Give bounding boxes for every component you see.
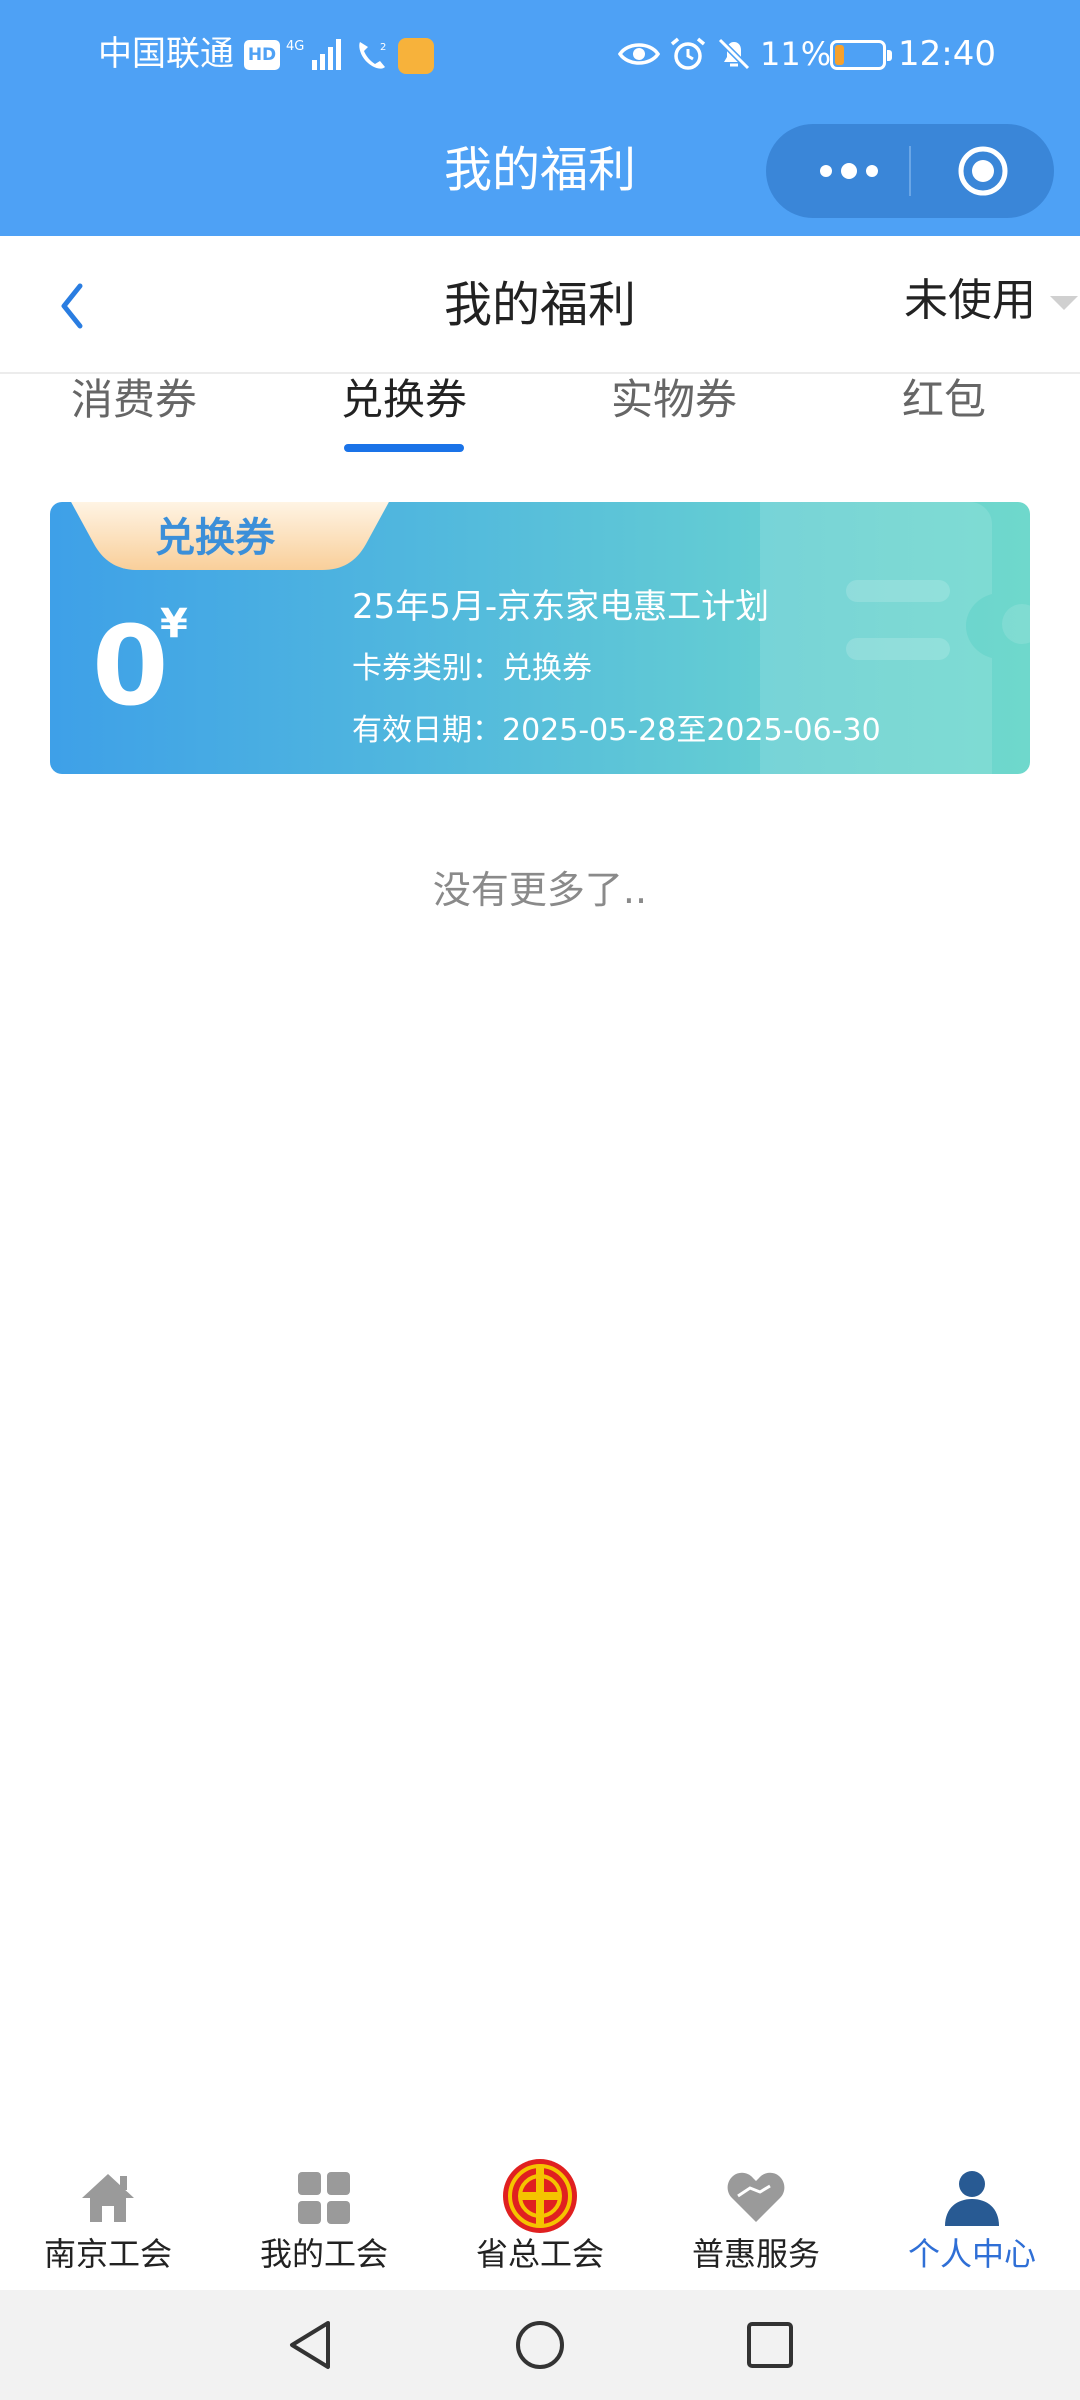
signal-icon: 4G <box>286 39 341 70</box>
svg-text:2: 2 <box>380 42 386 53</box>
eye-icon <box>618 43 660 65</box>
coupon-tabs: 消费券 兑换券 实物券 红包 <box>0 374 1080 474</box>
wifi-call-icon: 2 <box>359 42 386 69</box>
tab-physical-coupon[interactable]: 实物券 <box>584 374 764 474</box>
mini-program-capsule <box>766 124 1054 218</box>
alarm-icon <box>670 37 706 70</box>
hd-badge: HD <box>244 40 280 70</box>
tab-red-packet[interactable]: 红包 <box>854 374 1034 474</box>
notification-app-icon <box>398 38 434 74</box>
more-options-icon[interactable] <box>806 147 892 195</box>
status-filter-dropdown[interactable]: 未使用 <box>904 270 1036 332</box>
battery-icon <box>830 40 892 70</box>
nav-label: 个人中心 <box>907 2235 1036 2273</box>
home-icon <box>82 2174 134 2222</box>
status-bar: 中国联通 HD 4G 2 11% 12:40 <box>0 0 1080 108</box>
system-recents-icon[interactable] <box>742 2317 798 2373</box>
tab-consumption-coupon[interactable]: 消费券 <box>44 374 224 474</box>
list-end-text: 没有更多了.. <box>432 868 648 912</box>
bell-muted-icon <box>717 37 751 71</box>
nav-item-personal-center[interactable]: 个人中心 <box>864 2144 1080 2290</box>
nav-label: 我的工会 <box>259 2235 388 2273</box>
system-back-icon[interactable] <box>282 2317 338 2373</box>
svg-text:4G: 4G <box>286 39 304 54</box>
chevron-down-icon[interactable] <box>1050 296 1078 310</box>
close-mini-program-icon[interactable] <box>956 144 1010 198</box>
coupon-type: 卡券类别：兑换券 <box>352 651 592 686</box>
battery-percent: 11% <box>760 35 832 73</box>
page-header: 我的福利 未使用 <box>0 236 1080 374</box>
system-navigation-bar <box>0 2290 1080 2400</box>
nav-item-provincial-union[interactable]: 省总工会 <box>432 2144 648 2290</box>
tab-exchange-coupon[interactable]: 兑换券 <box>314 374 494 474</box>
nav-item-benefit-services[interactable]: 普惠服务 <box>648 2144 864 2290</box>
title-bar-background: 中国联通 HD 4G 2 11% 12:40 我的福利 <box>0 0 1080 236</box>
clock: 12:40 <box>898 34 996 74</box>
nav-label: 省总工会 <box>475 2235 604 2273</box>
coupon-tag: 兑换券 <box>155 515 275 561</box>
nav-label: 普惠服务 <box>691 2235 820 2273</box>
coupon-validity: 有效日期：2025-05-28至2025-06-30 <box>352 713 881 748</box>
currency-symbol: ¥ <box>160 601 188 647</box>
battery-level <box>835 45 844 65</box>
union-emblem-icon <box>503 2159 577 2233</box>
nav-item-my-union[interactable]: 我的工会 <box>216 2144 432 2290</box>
grid-icon <box>298 2172 350 2224</box>
coupon-title: 25年5月-京东家电惠工计划 <box>352 587 770 627</box>
coupon-amount: 0 <box>92 602 169 730</box>
person-icon <box>945 2171 999 2226</box>
carrier-name: 中国联通 <box>98 34 234 74</box>
nav-label: 南京工会 <box>43 2235 172 2273</box>
bottom-navigation: 南京工会 我的工会 省总工会 普惠服务 个人中心 <box>0 2144 1080 2290</box>
system-home-icon[interactable] <box>512 2317 568 2373</box>
nav-item-nanjing-union[interactable]: 南京工会 <box>0 2144 216 2290</box>
capsule-divider <box>909 146 911 196</box>
active-tab-indicator <box>344 444 464 452</box>
screen: 中国联通 HD 4G 2 11% 12:40 我的福利 我的福利 未使用 消费券… <box>0 0 1080 2400</box>
heart-hand-icon <box>727 2172 785 2222</box>
coupon-card[interactable]: 兑换券 0 ¥ 25年5月-京东家电惠工计划 卡券类别：兑换券 有效日期：202… <box>50 502 1030 774</box>
